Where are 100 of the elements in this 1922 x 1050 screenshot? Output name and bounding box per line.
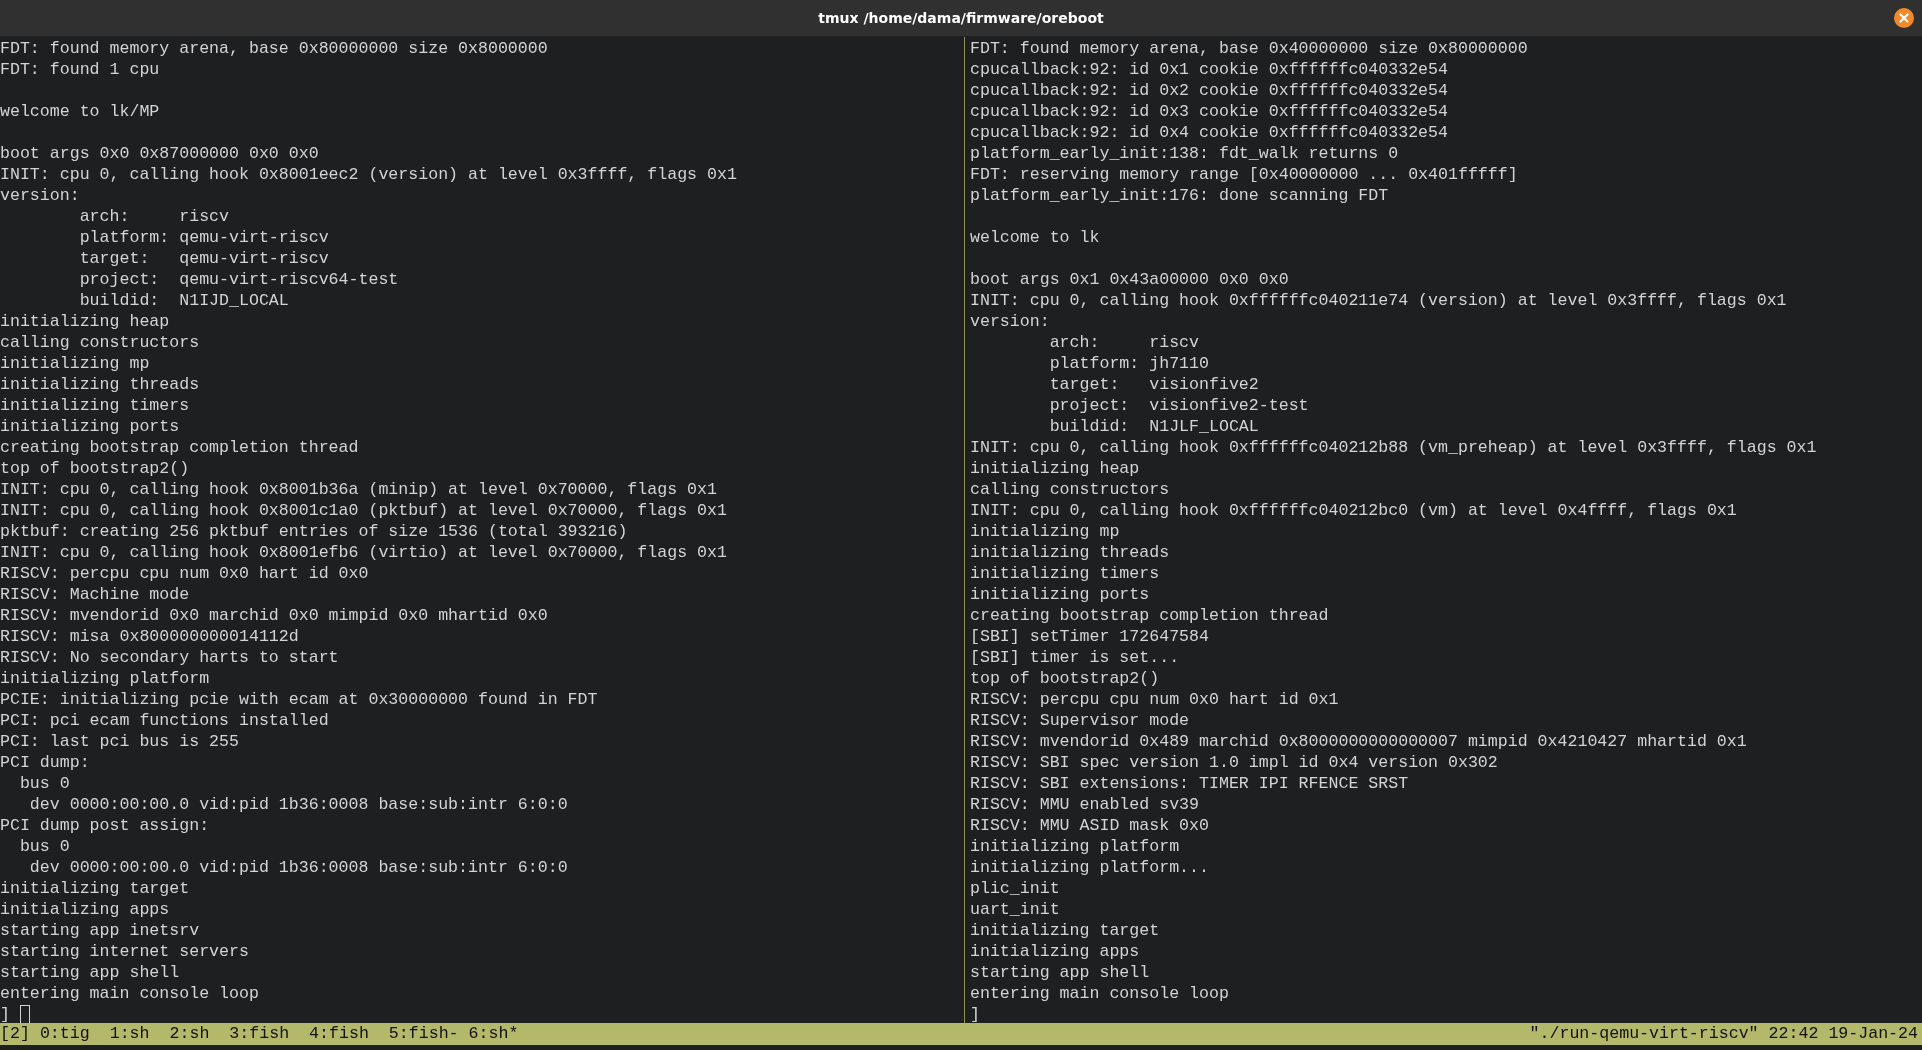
terminal-line: initializing timers	[970, 563, 1160, 584]
window-tab[interactable]: 3:fish	[229, 1023, 290, 1045]
date-text: 19-Jan-24	[1828, 1023, 1918, 1045]
close-icon[interactable]	[1894, 8, 1914, 28]
terminal-line: uart_init	[970, 899, 1060, 920]
terminal-line: starting app inetsrv	[0, 920, 200, 941]
terminal-line: pktbuf: creating 256 pktbuf entries of size 1536 (total 393216)	[0, 521, 628, 542]
terminal-line: dev 0000:00:00.0 vid:pid 1b36:0008 base:sub:intr 6:0:0	[28, 857, 568, 878]
terminal-line: platform: qemu-virt-riscv	[78, 227, 329, 248]
window-tab[interactable]: 1:sh	[109, 1023, 150, 1045]
terminal-line: starting app shell	[0, 962, 180, 983]
terminal-line: welcome to lk/MP	[0, 101, 160, 122]
terminal-line: INIT: cpu 0, calling hook 0x8001b36a (minip) at level 0x70000, flags 0x1	[0, 479, 717, 500]
terminal-line: arch: riscv	[1048, 332, 1200, 353]
terminal-line: top of bootstrap2()	[0, 458, 190, 479]
window-title: tmux /home/dama/firmware/oreboot	[818, 8, 1104, 28]
terminal-line: INIT: cpu 0, calling hook 0xffffffc040211e74 (version) at level 0x3ffff, flags 0x1	[970, 290, 1787, 311]
terminal-line: RISCV: No secondary harts to start	[0, 647, 339, 668]
terminal-line: cpucallback:92: id 0x2 cookie 0xffffffc040332e54	[970, 80, 1448, 101]
terminal-line: PCI: pci ecam functions installed	[0, 710, 329, 731]
terminal-line: calling constructors	[0, 332, 200, 353]
terminal-line: cpucallback:92: id 0x3 cookie 0xffffffc040332e54	[970, 101, 1448, 122]
terminal-line: target: visionfive2	[1048, 374, 1259, 395]
terminal-line: INIT: cpu 0, calling hook 0xffffffc040212b88 (vm_preheap) at level 0x3ffff, flags 0x1	[970, 437, 1817, 458]
terminal-line: entering main console loop	[0, 983, 259, 1004]
terminal-line: RISCV: MMU ASID mask 0x0	[970, 815, 1209, 836]
terminal-line: creating bootstrap completion thread	[0, 437, 359, 458]
terminal-line: PCI dump post assign:	[0, 815, 210, 836]
terminal-line: [SBI] setTimer 172647584	[970, 626, 1209, 647]
terminal-line: boot args 0x1 0x43a00000 0x0 0x0	[970, 269, 1289, 290]
terminal-line: initializing threads	[970, 542, 1170, 563]
terminal-line: initializing ports	[970, 584, 1150, 605]
terminal-line: PCI: last pci bus is 255	[0, 731, 239, 752]
terminal-line: entering main console loop	[970, 983, 1229, 1004]
terminal-line: INIT: cpu 0, calling hook 0x8001efb6 (virtio) at level 0x70000, flags 0x1	[0, 542, 727, 563]
terminal-line: initializing platform	[0, 668, 210, 689]
terminal-line: ]	[970, 1004, 980, 1023]
terminal-line: platform: jh7110	[1048, 353, 1209, 374]
terminal-line: RISCV: Machine mode	[0, 584, 190, 605]
terminal-line: cpucallback:92: id 0x4 cookie 0xffffffc040332e54	[970, 122, 1448, 143]
terminal-line: FDT: reserving memory range [0x40000000 ... 0x401fffff]	[970, 164, 1518, 185]
terminal-line: RISCV: mvendorid 0x0 marchid 0x0 mimpid 0x0 mhartid 0x0	[0, 605, 548, 626]
terminal-line: ]	[0, 1004, 10, 1023]
terminal-line: dev 0000:00:00.0 vid:pid 1b36:0008 base:sub:intr 6:0:0	[28, 794, 568, 815]
terminal-line: starting app shell	[970, 962, 1150, 983]
terminal-line: project: visionfive2-test	[1048, 395, 1309, 416]
terminal-line: bus 0	[18, 836, 70, 857]
terminal-line: top of bootstrap2()	[970, 668, 1160, 689]
terminal-line: creating bootstrap completion thread	[970, 605, 1329, 626]
terminal-line: [SBI] timer is set...	[970, 647, 1180, 668]
terminal-line: cpucallback:92: id 0x1 cookie 0xffffffc040332e54	[970, 59, 1448, 80]
terminal-line: RISCV: mvendorid 0x489 marchid 0x8000000000000007 mimpid 0x4210427 mhartid 0x1	[970, 731, 1747, 752]
terminal-line: RISCV: Supervisor mode	[970, 710, 1190, 731]
terminal-line: target: qemu-virt-riscv	[78, 248, 329, 269]
window-tab[interactable]: 5:fish-	[388, 1023, 459, 1045]
terminal-line: initializing apps	[970, 941, 1140, 962]
terminal-line: starting internet servers	[0, 941, 249, 962]
terminal-line: RISCV: SBI spec version 1.0 impl id 0x4 version 0x302	[970, 752, 1498, 773]
terminal-line: platform_early_init:138: fdt_walk returns 0	[970, 143, 1399, 164]
terminal-line: initializing mp	[0, 353, 150, 374]
terminal-line: buildid: N1IJD_LOCAL	[78, 290, 289, 311]
terminal-line: initializing target	[970, 920, 1160, 941]
terminal-line: initializing platform...	[970, 857, 1209, 878]
terminal-line: calling constructors	[970, 479, 1170, 500]
terminal-line: initializing platform	[970, 836, 1180, 857]
terminal-line: initializing target	[0, 878, 190, 899]
terminal-line: RISCV: misa 0x800000000014112d	[0, 626, 299, 647]
terminal-line: version:	[0, 185, 80, 206]
terminal-line: initializing timers	[0, 395, 190, 416]
terminal-line: welcome to lk	[970, 227, 1100, 248]
terminal-line: INIT: cpu 0, calling hook 0xffffffc040212bc0 (vm) at level 0x4ffff, flags 0x1	[970, 500, 1737, 521]
terminal-line: FDT: found memory arena, base 0x40000000 size 0x80000000	[970, 38, 1528, 59]
terminal-line: initializing threads	[0, 374, 200, 395]
terminal-line: arch: riscv	[78, 206, 230, 227]
terminal-line: bus 0	[18, 773, 70, 794]
terminal-line: FDT: found 1 cpu	[0, 59, 160, 80]
terminal-line: initializing mp	[970, 521, 1120, 542]
terminal-line: initializing heap	[970, 458, 1140, 479]
terminal-line: RISCV: MMU enabled sv39	[970, 794, 1200, 815]
terminal-line: INIT: cpu 0, calling hook 0x8001c1a0 (pktbuf) at level 0x70000, flags 0x1	[0, 500, 727, 521]
window-tab[interactable]: 0:tig	[39, 1023, 90, 1045]
terminal-line: buildid: N1JLF_LOCAL	[1048, 416, 1259, 437]
window-tab[interactable]: 6:sh*	[468, 1023, 519, 1045]
terminal-line: PCIE: initializing pcie with ecam at 0x30000000 found in FDT	[0, 689, 598, 710]
terminal-line: RISCV: percpu cpu num 0x0 hart id 0x1	[970, 689, 1339, 710]
pane-title: "./run-qemu-virt-riscv"	[1529, 1023, 1759, 1045]
window-tab[interactable]: 2:sh	[169, 1023, 210, 1045]
terminal-line: initializing heap	[0, 311, 170, 332]
window-tab[interactable]: 4:fish	[309, 1023, 369, 1045]
terminal-line: initializing ports	[0, 416, 180, 437]
terminal-line: initializing apps	[0, 899, 170, 920]
terminal-line: boot args 0x0 0x87000000 0x0 0x0	[0, 143, 319, 164]
terminal-line: PCI dump:	[0, 752, 90, 773]
terminal-line: version:	[970, 311, 1050, 332]
terminal-line: INIT: cpu 0, calling hook 0x8001eec2 (version) at level 0x3ffff, flags 0x1	[0, 164, 737, 185]
terminal-line: platform_early_init:176: done scanning FDT	[970, 185, 1389, 206]
clock-time: 22:42	[1768, 1023, 1819, 1045]
session-name: [2]	[0, 1023, 30, 1045]
terminal-line: plic_init	[970, 878, 1060, 899]
terminal-line: project: qemu-virt-riscv64-test	[78, 269, 399, 290]
